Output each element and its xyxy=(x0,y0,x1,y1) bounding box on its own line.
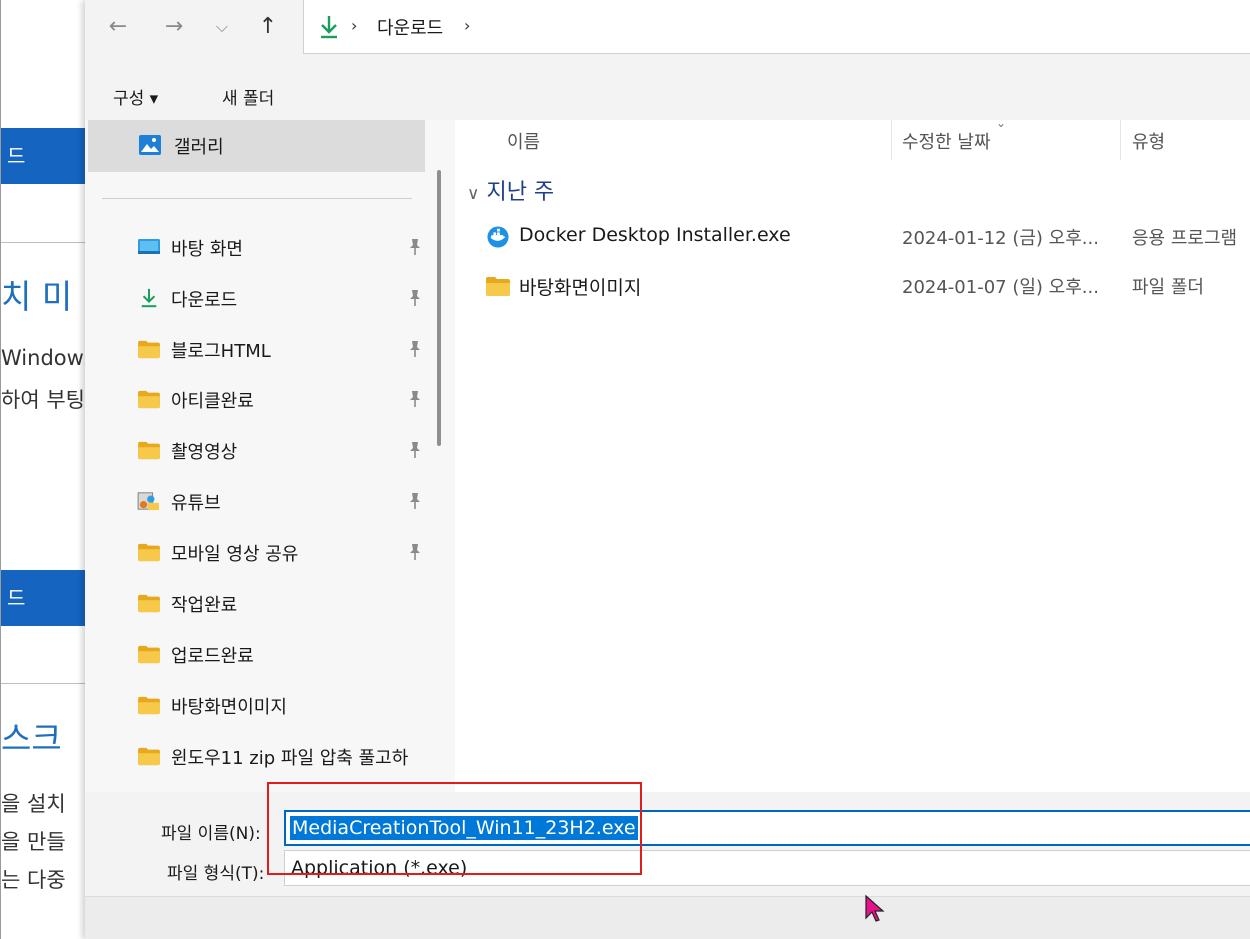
new-folder-button[interactable]: 새 폴더 xyxy=(222,84,274,109)
organize-button[interactable]: 구성 ▾ xyxy=(113,84,158,109)
sidebar-item[interactable]: 작업완료 xyxy=(135,587,427,621)
command-bar: 구성 ▾ 새 폴더 xyxy=(85,70,1250,120)
pin-icon[interactable] xyxy=(407,238,423,256)
sidebar-item-label: 갤러리 xyxy=(174,137,224,158)
column-header-type[interactable]: 유형 xyxy=(1132,128,1165,154)
sidebar-item[interactable]: 바탕 화면 xyxy=(135,231,427,265)
address-bar: ← → ⌵ ↑ › 다운로드 › xyxy=(85,0,1250,70)
background-heading: 치 미 xyxy=(1,277,73,316)
sidebar-item-gallery[interactable]: 갤러리 xyxy=(88,120,425,172)
group-collapse-icon: ∨ xyxy=(467,184,480,204)
filename-label: 파일 이름(N): xyxy=(161,824,261,844)
column-divider[interactable] xyxy=(891,120,892,160)
pin-icon[interactable] xyxy=(407,340,423,358)
sidebar-item[interactable]: 블로그HTML xyxy=(135,333,427,367)
file-row[interactable]: 바탕화면이미지 2024-01-07 (일) 오후... 파일 폴더 xyxy=(455,266,1250,306)
pin-icon[interactable] xyxy=(407,390,423,408)
sidebar-divider xyxy=(102,198,412,199)
background-page: 드 치 미 Windows 하여 부팅 드 스크 을 설치 을 만들 는 다중 xyxy=(0,0,86,939)
save-form: 파일 이름(N): MediaCreationTool_Win11_23H2.e… xyxy=(85,792,1250,939)
dialog-footer xyxy=(85,896,1250,939)
column-divider[interactable] xyxy=(1120,120,1121,160)
background-text: Windows xyxy=(1,346,86,370)
file-type: 파일 폴더 xyxy=(1132,277,1204,298)
background-band: 드 xyxy=(1,128,86,184)
folder-icon xyxy=(138,594,160,613)
background-text: 을 설치 xyxy=(1,792,66,816)
desktop-icon xyxy=(138,239,160,254)
column-header-modified[interactable]: 수정한 날짜 xyxy=(902,128,991,154)
breadcrumb-separator[interactable]: › xyxy=(464,16,470,35)
sidebar-item-label: 작업완료 xyxy=(171,595,238,616)
recent-locations-button[interactable]: ⌵ xyxy=(205,12,239,42)
breadcrumb-separator: › xyxy=(351,16,358,35)
sidebar-item-label: 윈도우11 zip 파일 압축 풀고하 xyxy=(171,748,409,769)
sidebar-item[interactable]: 바탕화면이미지 xyxy=(135,689,427,723)
background-text: 는 다중 xyxy=(1,868,66,892)
folder-icon xyxy=(138,696,160,715)
sidebar-item-label: 촬영영상 xyxy=(171,442,238,463)
sort-chevron-icon: ⌄ xyxy=(996,116,1007,130)
folder-icon xyxy=(138,390,160,409)
pin-icon[interactable] xyxy=(407,441,423,459)
download-icon xyxy=(141,288,157,308)
sidebar-item[interactable]: 촬영영상 xyxy=(135,434,427,468)
sidebar-item-label: 모바일 영상 공유 xyxy=(171,544,299,565)
sidebar-item[interactable]: 모바일 영상 공유 xyxy=(135,536,427,570)
sidebar-item[interactable]: 유튜브 xyxy=(135,485,427,519)
back-button[interactable]: ← xyxy=(101,12,135,42)
media-folder-icon xyxy=(137,492,159,511)
sidebar-item[interactable]: 아티클완료 xyxy=(135,383,427,417)
filetype-label: 파일 형식(T): xyxy=(167,864,265,884)
background-heading: 스크 xyxy=(1,719,62,758)
background-text: 하여 부팅 xyxy=(1,388,85,412)
pin-icon[interactable] xyxy=(407,289,423,307)
breadcrumb-downloads[interactable]: 다운로드 xyxy=(377,14,443,40)
file-row[interactable]: Docker Desktop Installer.exe 2024-01-12 … xyxy=(455,217,1250,257)
sidebar-item-label: 업로드완료 xyxy=(171,646,254,667)
sidebar-scrollbar[interactable] xyxy=(437,170,441,446)
up-button[interactable]: ↑ xyxy=(251,12,285,42)
folder-icon xyxy=(138,645,160,664)
docker-app-icon xyxy=(487,226,509,248)
folder-icon xyxy=(138,441,160,460)
sidebar-item-label: 바탕화면이미지 xyxy=(171,697,287,718)
sidebar-item-label: 아티클완료 xyxy=(171,391,254,412)
folder-icon xyxy=(138,543,160,562)
folder-icon xyxy=(138,340,160,359)
sidebar-item[interactable]: 윈도우11 zip 파일 압축 풀고하 xyxy=(135,740,427,774)
mouse-pointer-icon xyxy=(865,894,885,922)
group-header[interactable]: ∨ 지난 주 xyxy=(467,174,554,206)
folder-icon xyxy=(138,747,160,766)
file-type: 응용 프로그램 xyxy=(1132,228,1238,249)
column-header-name[interactable]: 이름 xyxy=(507,128,540,154)
sidebar-item[interactable]: 업로드완료 xyxy=(135,638,427,672)
forward-button[interactable]: → xyxy=(157,12,191,42)
download-icon xyxy=(321,16,337,39)
file-modified: 2024-01-07 (일) 오후... xyxy=(902,277,1099,298)
pin-icon[interactable] xyxy=(407,543,423,561)
sidebar-item[interactable]: 다운로드 xyxy=(135,282,427,316)
pin-icon[interactable] xyxy=(407,492,423,510)
sidebar-item-label: 다운로드 xyxy=(171,290,238,311)
background-divider xyxy=(1,242,86,243)
sidebar-item-label: 블로그HTML xyxy=(171,341,271,362)
background-text: 을 만들 xyxy=(1,830,66,854)
gallery-icon xyxy=(139,135,161,155)
sidebar-item-label: 바탕 화면 xyxy=(171,239,243,260)
file-list: 이름 ⌄ 수정한 날짜 유형 ∨ 지난 주 Docker Desktop Ins… xyxy=(455,116,1250,792)
sidebar-item-label: 유튜브 xyxy=(171,493,221,514)
background-band: 드 xyxy=(1,570,86,626)
background-divider xyxy=(1,683,86,684)
highlight-annotation-box xyxy=(267,782,642,875)
folder-icon xyxy=(486,277,510,296)
group-header-label: 지난 주 xyxy=(486,180,555,205)
save-as-dialog: ← → ⌵ ↑ › 다운로드 › 구성 ▾ 새 폴더 갤러리 바탕 화면 다운로… xyxy=(85,0,1250,939)
navigation-pane: 갤러리 바탕 화면다운로드블로그HTML 아티클완료촬영영상유튜브모바일 영상 공… xyxy=(85,120,455,792)
file-name: 바탕화면이미지 xyxy=(519,277,642,299)
file-name: Docker Desktop Installer.exe xyxy=(519,224,791,246)
file-modified: 2024-01-12 (금) 오후... xyxy=(902,228,1099,249)
address-path-box[interactable]: › 다운로드 › xyxy=(303,0,1250,54)
